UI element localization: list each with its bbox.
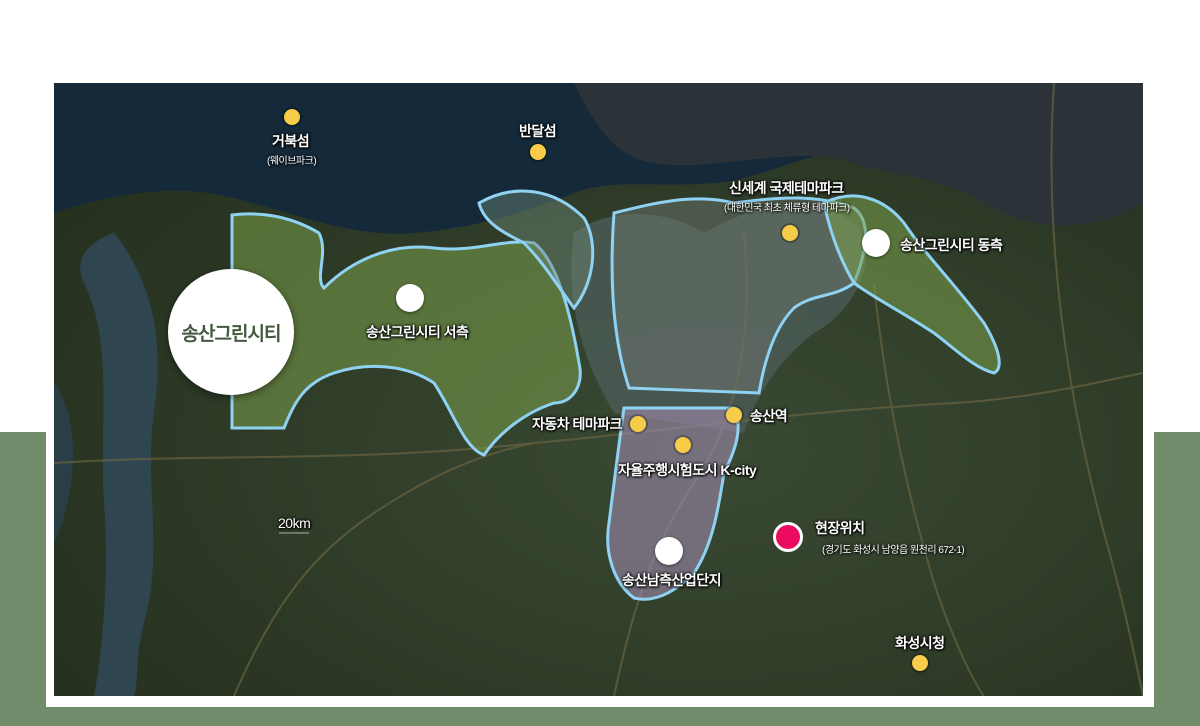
site-location-label: 현장위치 [815, 520, 865, 536]
green-west-marker[interactable] [396, 284, 424, 312]
geobukseom-label: 거북섬 [272, 133, 310, 149]
auto-theme-marker[interactable] [630, 416, 646, 432]
green-east-label: 송산그린시티 동측 [900, 237, 1003, 253]
industrial-label: 송산남측산업단지 [622, 572, 722, 588]
songsan-station-label: 송산역 [750, 408, 788, 424]
city-hall-label: 화성시청 [895, 635, 945, 651]
geobukseom-marker[interactable] [284, 109, 300, 125]
site-location-marker[interactable] [773, 522, 803, 552]
bandalseom-label: 반달섬 [519, 123, 557, 139]
green-east-marker[interactable] [862, 229, 890, 257]
city-hall-marker[interactable] [912, 655, 928, 671]
auto-theme-label: 자동차 테마파크 [532, 416, 623, 432]
distance-label: 20km [278, 515, 311, 531]
kcity-label: 자율주행시험도시 K-city [618, 462, 757, 478]
shinsegae-label: 신세계 국제테마파크 [729, 180, 844, 196]
site-address-label: (경기도 화성시 남양읍 원천리 672-1) [822, 545, 965, 556]
title-badge-text: 송산그린시티 [181, 323, 282, 345]
kcity-marker[interactable] [675, 437, 691, 453]
shinsegae-marker[interactable] [782, 225, 798, 241]
green-west-label: 송산그린시티 서측 [366, 324, 469, 340]
shinsegae-sublabel: (대한민국 최초 체류형 테마파크) [724, 203, 850, 214]
title-badge: 송산그린시티 [168, 269, 294, 395]
geobukseom-sublabel: (웨이브파크) [267, 156, 317, 167]
bandalseom-marker[interactable] [530, 144, 546, 160]
industrial-marker[interactable] [655, 537, 683, 565]
songsan-station-marker[interactable] [726, 407, 742, 423]
